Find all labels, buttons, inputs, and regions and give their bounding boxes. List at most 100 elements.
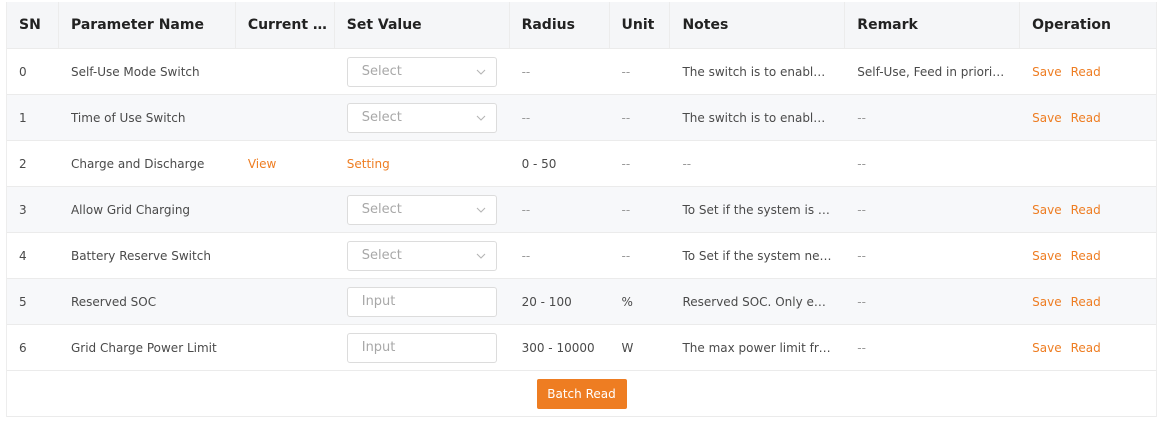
cell-parameter-name: Allow Grid Charging xyxy=(59,187,236,232)
table-row: 3 Allow Grid Charging Select -- -- To Set if … xyxy=(7,187,1156,233)
chevron-down-icon xyxy=(476,207,486,213)
set-value-select[interactable]: Select xyxy=(346,56,497,87)
cell-operation xyxy=(1020,141,1156,186)
unit-text: -- xyxy=(621,110,631,125)
parameter-table: SN Parameter Name Current V... Set Value… xyxy=(6,2,1157,417)
cell-unit: -- xyxy=(610,233,671,278)
cell-operation: Save Read xyxy=(1020,187,1156,232)
sn-text: 2 xyxy=(19,156,27,171)
unit-text: -- xyxy=(621,248,631,263)
cell-radius: -- xyxy=(510,187,610,232)
set-value-select[interactable]: Select xyxy=(346,102,497,133)
sn-text: 4 xyxy=(19,248,27,263)
save-link[interactable]: Save xyxy=(1032,295,1061,309)
save-link[interactable]: Save xyxy=(1032,111,1061,125)
cell-sn: 2 xyxy=(7,141,59,186)
cell-remark: Self-Use, Feed in priority ... xyxy=(845,49,1020,94)
cell-parameter-name: Battery Reserve Switch xyxy=(59,233,236,278)
cell-current-value xyxy=(236,325,335,370)
read-link[interactable]: Read xyxy=(1071,203,1101,217)
cell-radius: 0 - 50 xyxy=(510,141,610,186)
header-notes-label: Notes xyxy=(682,17,729,33)
cell-current-value xyxy=(236,95,335,140)
cell-sn: 6 xyxy=(7,325,59,370)
cell-unit: -- xyxy=(610,49,671,94)
notes-text: -- xyxy=(682,156,692,171)
chevron-down-icon xyxy=(476,253,486,259)
cell-set-value: Select xyxy=(335,95,510,140)
cell-parameter-name: Grid Charge Power Limit xyxy=(59,325,236,370)
header-current-value: Current V... xyxy=(236,2,335,48)
header-operation: Operation xyxy=(1020,2,1156,48)
remark-text: Self-Use, Feed in priority ... xyxy=(857,64,1008,79)
notes-text: To Set if the system is allo... xyxy=(682,202,832,217)
chevron-down-icon xyxy=(476,69,486,75)
unit-text: -- xyxy=(621,202,631,217)
radius-text: -- xyxy=(521,110,531,125)
radius-text: 0 - 50 xyxy=(521,156,557,171)
cell-remark: -- xyxy=(845,95,1020,140)
setting-link[interactable]: Setting xyxy=(347,157,390,171)
cell-radius: -- xyxy=(510,233,610,278)
remark-text: -- xyxy=(857,248,866,263)
cell-parameter-name: Charge and Discharge xyxy=(59,141,236,186)
table-body: 0 Self-Use Mode Switch Select -- -- The switc… xyxy=(7,49,1156,371)
set-value-select[interactable]: Select xyxy=(346,194,497,225)
cell-sn: 3 xyxy=(7,187,59,232)
cell-set-value: Select xyxy=(335,233,510,278)
header-radius-label: Radius xyxy=(521,17,575,33)
cell-current-value xyxy=(236,279,335,324)
parameter-name-text: Self-Use Mode Switch xyxy=(70,64,200,79)
cell-notes: Reserved SOC. Only effect... xyxy=(670,279,845,324)
cell-notes: -- xyxy=(670,141,845,186)
cell-set-value: Select xyxy=(335,49,510,94)
set-value-select[interactable]: Select xyxy=(346,240,497,271)
cell-operation: Save Read xyxy=(1020,325,1156,370)
unit-text: -- xyxy=(621,64,631,79)
unit-text: W xyxy=(621,340,634,355)
set-value-input[interactable] xyxy=(346,332,497,363)
cell-set-value xyxy=(335,279,510,324)
set-value-input[interactable] xyxy=(346,286,497,317)
parameter-name-text: Battery Reserve Switch xyxy=(70,248,211,263)
cell-notes: To Set if the system needs... xyxy=(670,233,845,278)
read-link[interactable]: Read xyxy=(1071,111,1101,125)
header-current-value-label: Current V... xyxy=(247,17,328,33)
cell-parameter-name: Time of Use Switch xyxy=(59,95,236,140)
radius-text: -- xyxy=(521,202,531,217)
table-row: 4 Battery Reserve Switch Select -- -- To Set … xyxy=(7,233,1156,279)
cell-remark: -- xyxy=(845,325,1020,370)
read-link[interactable]: Read xyxy=(1071,249,1101,263)
chevron-down-icon xyxy=(476,115,486,121)
header-sn-label: SN xyxy=(19,17,41,33)
read-link[interactable]: Read xyxy=(1071,295,1101,309)
cell-remark: -- xyxy=(845,279,1020,324)
unit-text: % xyxy=(621,294,633,309)
cell-parameter-name: Self-Use Mode Switch xyxy=(59,49,236,94)
table-header: SN Parameter Name Current V... Set Value… xyxy=(7,2,1156,49)
parameter-name-text: Time of Use Switch xyxy=(70,110,186,125)
save-link[interactable]: Save xyxy=(1032,249,1061,263)
notes-text: The max power limit from... xyxy=(682,340,833,355)
table-row: 0 Self-Use Mode Switch Select -- -- The switc… xyxy=(7,49,1156,95)
cell-sn: 4 xyxy=(7,233,59,278)
cell-set-value: Select xyxy=(335,187,510,232)
save-link[interactable]: Save xyxy=(1032,65,1061,79)
header-unit: Unit xyxy=(610,2,671,48)
remark-text: -- xyxy=(857,156,866,171)
read-link[interactable]: Read xyxy=(1071,65,1101,79)
cell-operation: Save Read xyxy=(1020,279,1156,324)
batch-read-button[interactable]: Batch Read xyxy=(536,378,627,409)
table-row: 1 Time of Use Switch Select -- -- The switch … xyxy=(7,95,1156,141)
view-link[interactable]: View xyxy=(248,157,276,171)
cell-current-value xyxy=(236,233,335,278)
notes-text: The switch is to enable/di... xyxy=(682,64,833,79)
read-link[interactable]: Read xyxy=(1071,341,1101,355)
header-remark-label: Remark xyxy=(857,17,918,33)
sn-text: 5 xyxy=(19,294,27,309)
save-link[interactable]: Save xyxy=(1032,341,1061,355)
cell-sn: 1 xyxy=(7,95,59,140)
header-notes: Notes xyxy=(670,2,846,48)
select-placeholder: Select xyxy=(361,202,402,217)
save-link[interactable]: Save xyxy=(1032,203,1061,217)
